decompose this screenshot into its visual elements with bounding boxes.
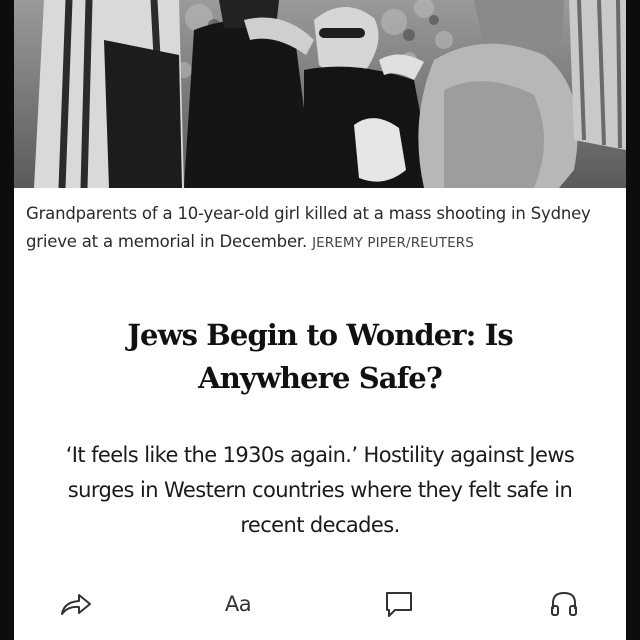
photo-caption: Grandparents of a 10-year-old girl kille… [26, 200, 606, 257]
share-arrow-icon [61, 594, 91, 615]
article-card: Grandparents of a 10-year-old girl kille… [14, 0, 626, 640]
article-toolbar: Aa [14, 580, 626, 630]
article-summary: ‘It feels like the 1930s again.’ Hostili… [65, 443, 575, 537]
comments-button[interactable] [379, 586, 419, 622]
listen-button[interactable] [544, 586, 584, 622]
article-photo [14, 0, 626, 188]
article-headline[interactable]: Jews Begin to Wonder: Is Anywhere Safe? [54, 314, 586, 400]
photo-credit: JEREMY PIPER/REUTERS [312, 235, 474, 251]
caption-text: Grandparents of a 10-year-old girl kille… [26, 204, 591, 251]
share-button[interactable] [56, 586, 96, 622]
text-size-button[interactable]: Aa [218, 586, 258, 622]
headphones-icon [551, 591, 577, 616]
comment-bubble-icon [386, 592, 412, 617]
text-size-label: Aa [224, 592, 252, 616]
